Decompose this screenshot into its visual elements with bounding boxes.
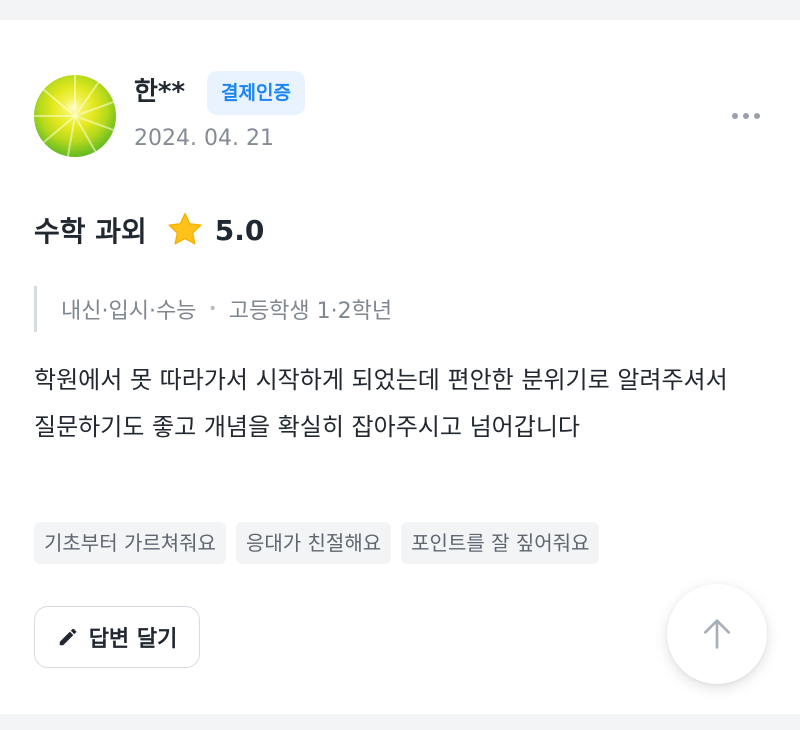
review-tag: 응대가 친절해요 [235, 522, 392, 564]
arrow-up-icon [704, 619, 730, 649]
tag-list: 기초부터 가르쳐줘요 응대가 친절해요 포인트를 잘 짚어줘요 [34, 522, 600, 564]
avatar-texture [34, 115, 75, 117]
review-date: 2024. 04. 21 [134, 126, 274, 151]
avatar-texture [74, 75, 76, 116]
review-card: 한** 결제인증 2024. 04. 21 수학 과외 5.0 내신·입시·수능… [0, 20, 800, 714]
author-name: 한** [134, 77, 186, 107]
reply-button[interactable]: 답변 달기 [34, 606, 200, 668]
category-level: 내신·입시·수능 [61, 299, 197, 324]
more-horizontal-icon [743, 113, 749, 119]
star-icon [168, 213, 202, 245]
review-tag: 기초부터 가르쳐줘요 [34, 522, 226, 564]
rating-value: 5.0 [214, 213, 265, 247]
subject-rating-row: 수학 과외 5.0 [34, 209, 264, 251]
avatar[interactable] [34, 75, 116, 157]
more-options-button[interactable] [722, 104, 770, 128]
category-separator: • [208, 301, 217, 317]
scroll-to-top-button[interactable] [667, 584, 767, 684]
category-info: 내신·입시·수능 • 고등학생 1·2학년 [34, 286, 392, 332]
more-horizontal-icon [732, 113, 738, 119]
more-horizontal-icon [754, 113, 760, 119]
verified-badge: 결제인증 [207, 71, 305, 115]
subject-title: 수학 과외 [34, 215, 147, 248]
category-grade: 고등학생 1·2학년 [228, 299, 393, 324]
review-tag: 포인트를 잘 짚어줘요 [401, 522, 600, 564]
pencil-icon [59, 628, 76, 646]
reply-label: 답변 달기 [88, 627, 178, 652]
review-body: 학원에서 못 따라가서 시작하게 되었는데 편안한 분위기로 알려주셔서 질문하… [34, 366, 728, 441]
avatar-texture [40, 86, 76, 117]
